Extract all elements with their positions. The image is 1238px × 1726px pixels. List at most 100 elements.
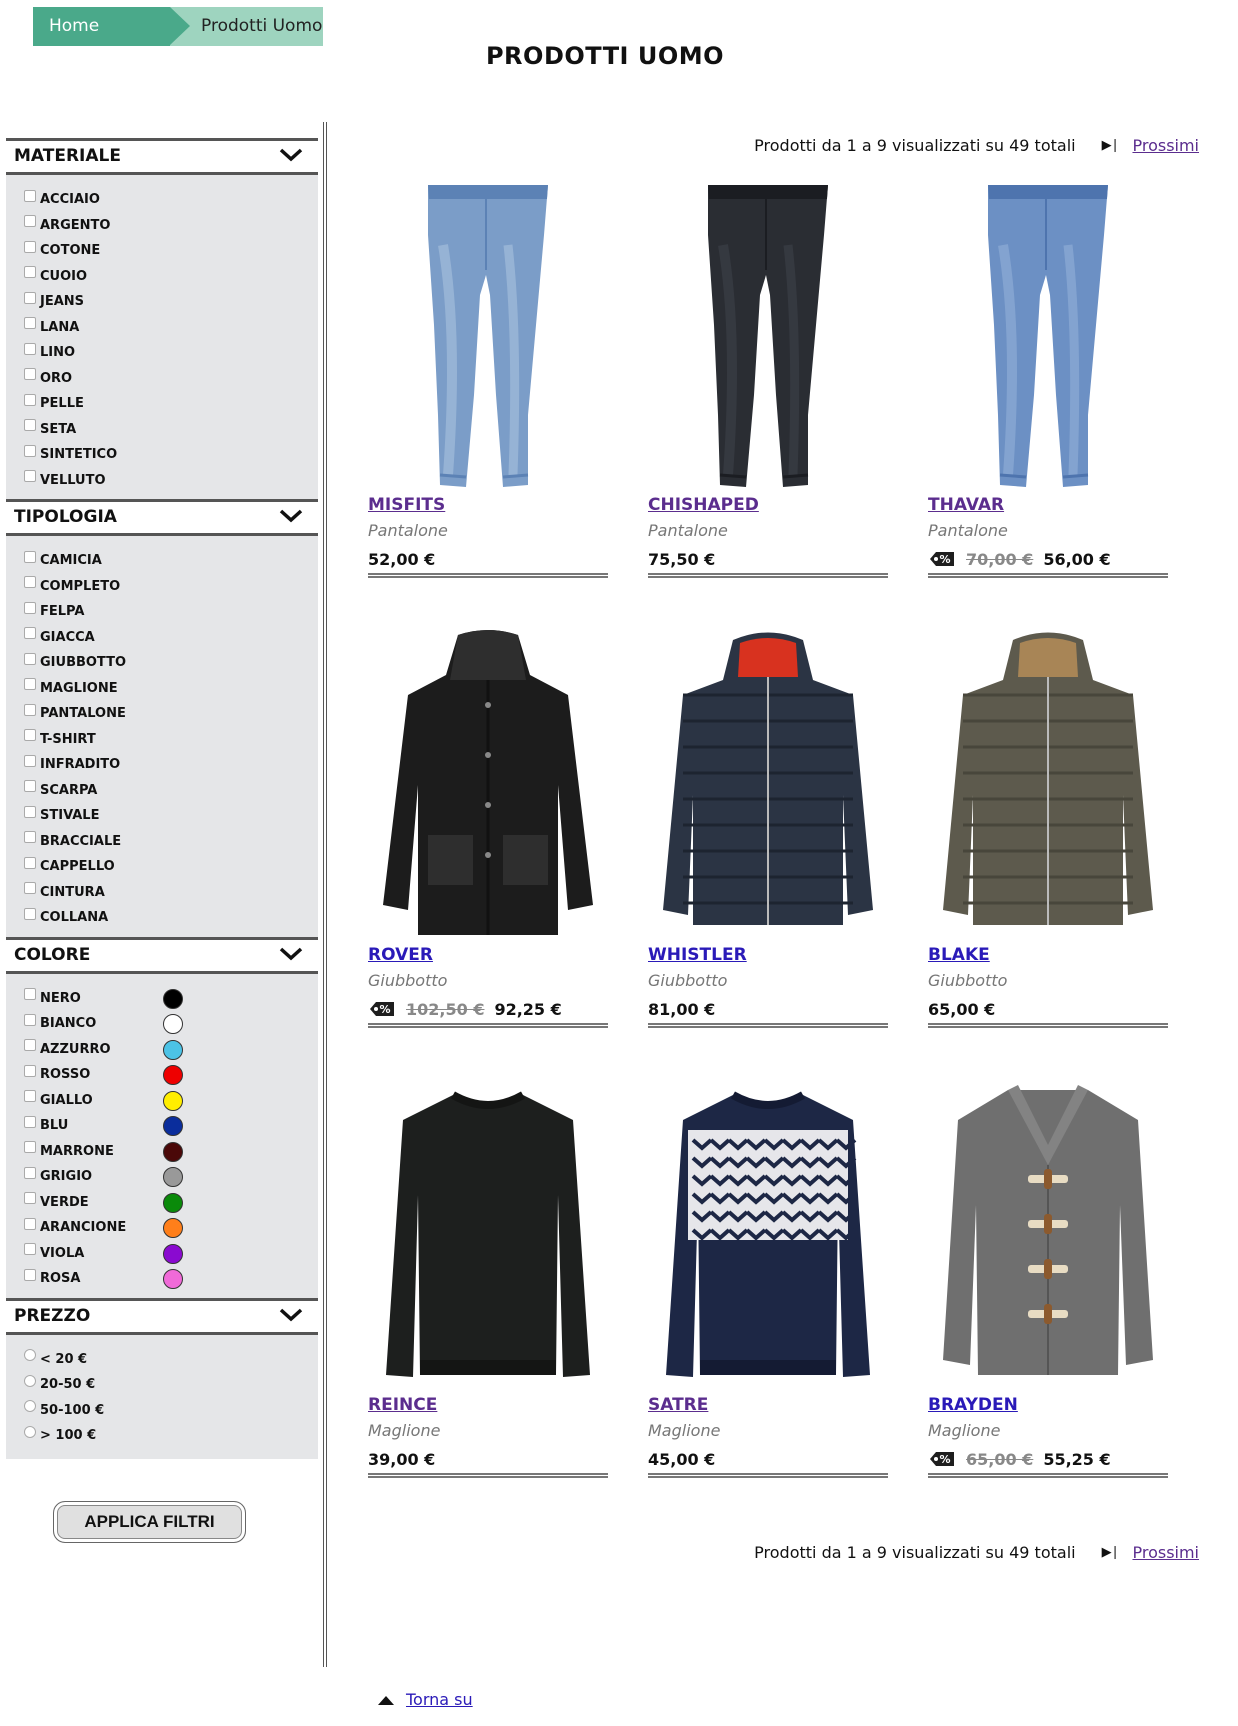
filter-option[interactable]: MAGLIONE — [24, 676, 318, 702]
filter-option[interactable]: ORO — [24, 366, 318, 392]
checkbox[interactable] — [24, 1013, 36, 1026]
filter-option[interactable]: LINO — [24, 340, 318, 366]
filter-option[interactable]: CUOIO — [24, 264, 318, 290]
filter-option[interactable]: PELLE — [24, 391, 318, 417]
product-image[interactable] — [648, 1075, 888, 1395]
checkbox[interactable] — [24, 1115, 36, 1128]
checkbox[interactable] — [24, 831, 36, 844]
filter-option[interactable]: INFRADITO — [24, 752, 318, 778]
chevron-down-icon[interactable] — [278, 943, 304, 965]
chevron-down-icon[interactable] — [278, 144, 304, 166]
filter-option[interactable]: SCARPA — [24, 778, 318, 804]
filter-option[interactable]: ROSA — [24, 1266, 318, 1292]
radio-button[interactable] — [24, 1425, 36, 1438]
checkbox[interactable] — [24, 240, 36, 253]
apply-filters-button[interactable]: APPLICA FILTRI — [53, 1501, 246, 1543]
product-card[interactable]: CHISHAPED Pantalone 75,50 € — [648, 175, 888, 578]
product-card[interactable]: WHISTLER Giubbotto 81,00 € — [648, 625, 888, 1028]
product-card[interactable]: BRAYDEN Maglione % 65,00 € 55,25 € — [928, 1075, 1168, 1478]
checkbox[interactable] — [24, 317, 36, 330]
product-card[interactable]: MISFITS Pantalone 52,00 € — [368, 175, 608, 578]
filter-option[interactable]: PANTALONE — [24, 701, 318, 727]
checkbox[interactable] — [24, 368, 36, 381]
product-image[interactable] — [648, 625, 888, 945]
checkbox[interactable] — [24, 754, 36, 767]
filter-option[interactable]: VIOLA — [24, 1241, 318, 1267]
filter-option[interactable]: 20-50 € — [24, 1372, 318, 1398]
filter-option[interactable]: ARGENTO — [24, 213, 318, 239]
filter-option[interactable]: CINTURA — [24, 880, 318, 906]
filter-option[interactable]: VERDE — [24, 1190, 318, 1216]
filter-option[interactable]: ROSSO — [24, 1062, 318, 1088]
checkbox[interactable] — [24, 703, 36, 716]
checkbox[interactable] — [24, 576, 36, 589]
product-image[interactable] — [368, 175, 608, 495]
filter-option[interactable]: > 100 € — [24, 1423, 318, 1449]
filter-option[interactable]: BLU — [24, 1113, 318, 1139]
checkbox[interactable] — [24, 1243, 36, 1256]
checkbox[interactable] — [24, 1268, 36, 1281]
product-card[interactable]: ROVER Giubbotto % 102,50 € 92,25 € — [368, 625, 608, 1028]
filter-option[interactable]: CAMICIA — [24, 548, 318, 574]
filter-option[interactable]: SINTETICO — [24, 442, 318, 468]
product-image[interactable] — [928, 625, 1168, 945]
product-image[interactable] — [928, 1075, 1168, 1395]
product-image[interactable] — [928, 175, 1168, 495]
filter-option[interactable]: JEANS — [24, 289, 318, 315]
filter-header-tipologia[interactable]: TIPOLOGIA — [6, 499, 318, 536]
product-card[interactable]: BLAKE Giubbotto 65,00 € — [928, 625, 1168, 1028]
product-name-link[interactable]: CHISHAPED — [648, 495, 888, 521]
filter-option[interactable]: CAPPELLO — [24, 854, 318, 880]
chevron-down-icon[interactable] — [278, 505, 304, 527]
filter-option[interactable]: COTONE — [24, 238, 318, 264]
filter-option[interactable]: ACCIAIO — [24, 187, 318, 213]
checkbox[interactable] — [24, 215, 36, 228]
product-name-link[interactable]: MISFITS — [368, 495, 608, 521]
filter-header-prezzo[interactable]: PREZZO — [6, 1297, 318, 1335]
checkbox[interactable] — [24, 189, 36, 202]
filter-option[interactable]: BIANCO — [24, 1011, 318, 1037]
product-name-link[interactable]: BRAYDEN — [928, 1395, 1168, 1421]
filter-header-materiale[interactable]: MATERIALE — [6, 138, 318, 175]
checkbox[interactable] — [24, 1090, 36, 1103]
product-name-link[interactable]: THAVAR — [928, 495, 1168, 521]
filter-option[interactable]: AZZURRO — [24, 1037, 318, 1063]
checkbox[interactable] — [24, 988, 36, 1001]
product-card[interactable]: REINCE Maglione 39,00 € — [368, 1075, 608, 1478]
product-image[interactable] — [368, 1075, 608, 1395]
filter-option[interactable]: GIACCA — [24, 625, 318, 651]
checkbox[interactable] — [24, 652, 36, 665]
filter-option[interactable]: GIUBBOTTO — [24, 650, 318, 676]
checkbox[interactable] — [24, 780, 36, 793]
checkbox[interactable] — [24, 805, 36, 818]
product-card[interactable]: SATRE Maglione 45,00 € — [648, 1075, 888, 1478]
filter-option[interactable]: ARANCIONE — [24, 1215, 318, 1241]
product-image[interactable] — [368, 625, 608, 945]
next-page-link[interactable]: Prossimi — [1132, 1543, 1199, 1562]
checkbox[interactable] — [24, 882, 36, 895]
checkbox[interactable] — [24, 266, 36, 279]
product-name-link[interactable]: ROVER — [368, 945, 608, 971]
product-card[interactable]: THAVAR Pantalone % 70,00 € 56,00 € — [928, 175, 1168, 578]
checkbox[interactable] — [24, 393, 36, 406]
checkbox[interactable] — [24, 907, 36, 920]
radio-button[interactable] — [24, 1400, 36, 1413]
checkbox[interactable] — [24, 342, 36, 355]
product-name-link[interactable]: WHISTLER — [648, 945, 888, 971]
filter-option[interactable]: SETA — [24, 417, 318, 443]
filter-option[interactable]: BRACCIALE — [24, 829, 318, 855]
filter-option[interactable]: MARRONE — [24, 1139, 318, 1165]
checkbox[interactable] — [24, 1064, 36, 1077]
product-name-link[interactable]: BLAKE — [928, 945, 1168, 971]
product-image[interactable] — [648, 175, 888, 495]
checkbox[interactable] — [24, 470, 36, 483]
checkbox[interactable] — [24, 856, 36, 869]
checkbox[interactable] — [24, 729, 36, 742]
filter-option[interactable]: GRIGIO — [24, 1164, 318, 1190]
filter-option[interactable]: COLLANA — [24, 905, 318, 931]
filter-header-colore[interactable]: COLORE — [6, 936, 318, 974]
filter-option[interactable]: STIVALE — [24, 803, 318, 829]
checkbox[interactable] — [24, 1166, 36, 1179]
checkbox[interactable] — [24, 419, 36, 432]
filter-option[interactable]: < 20 € — [24, 1347, 318, 1373]
